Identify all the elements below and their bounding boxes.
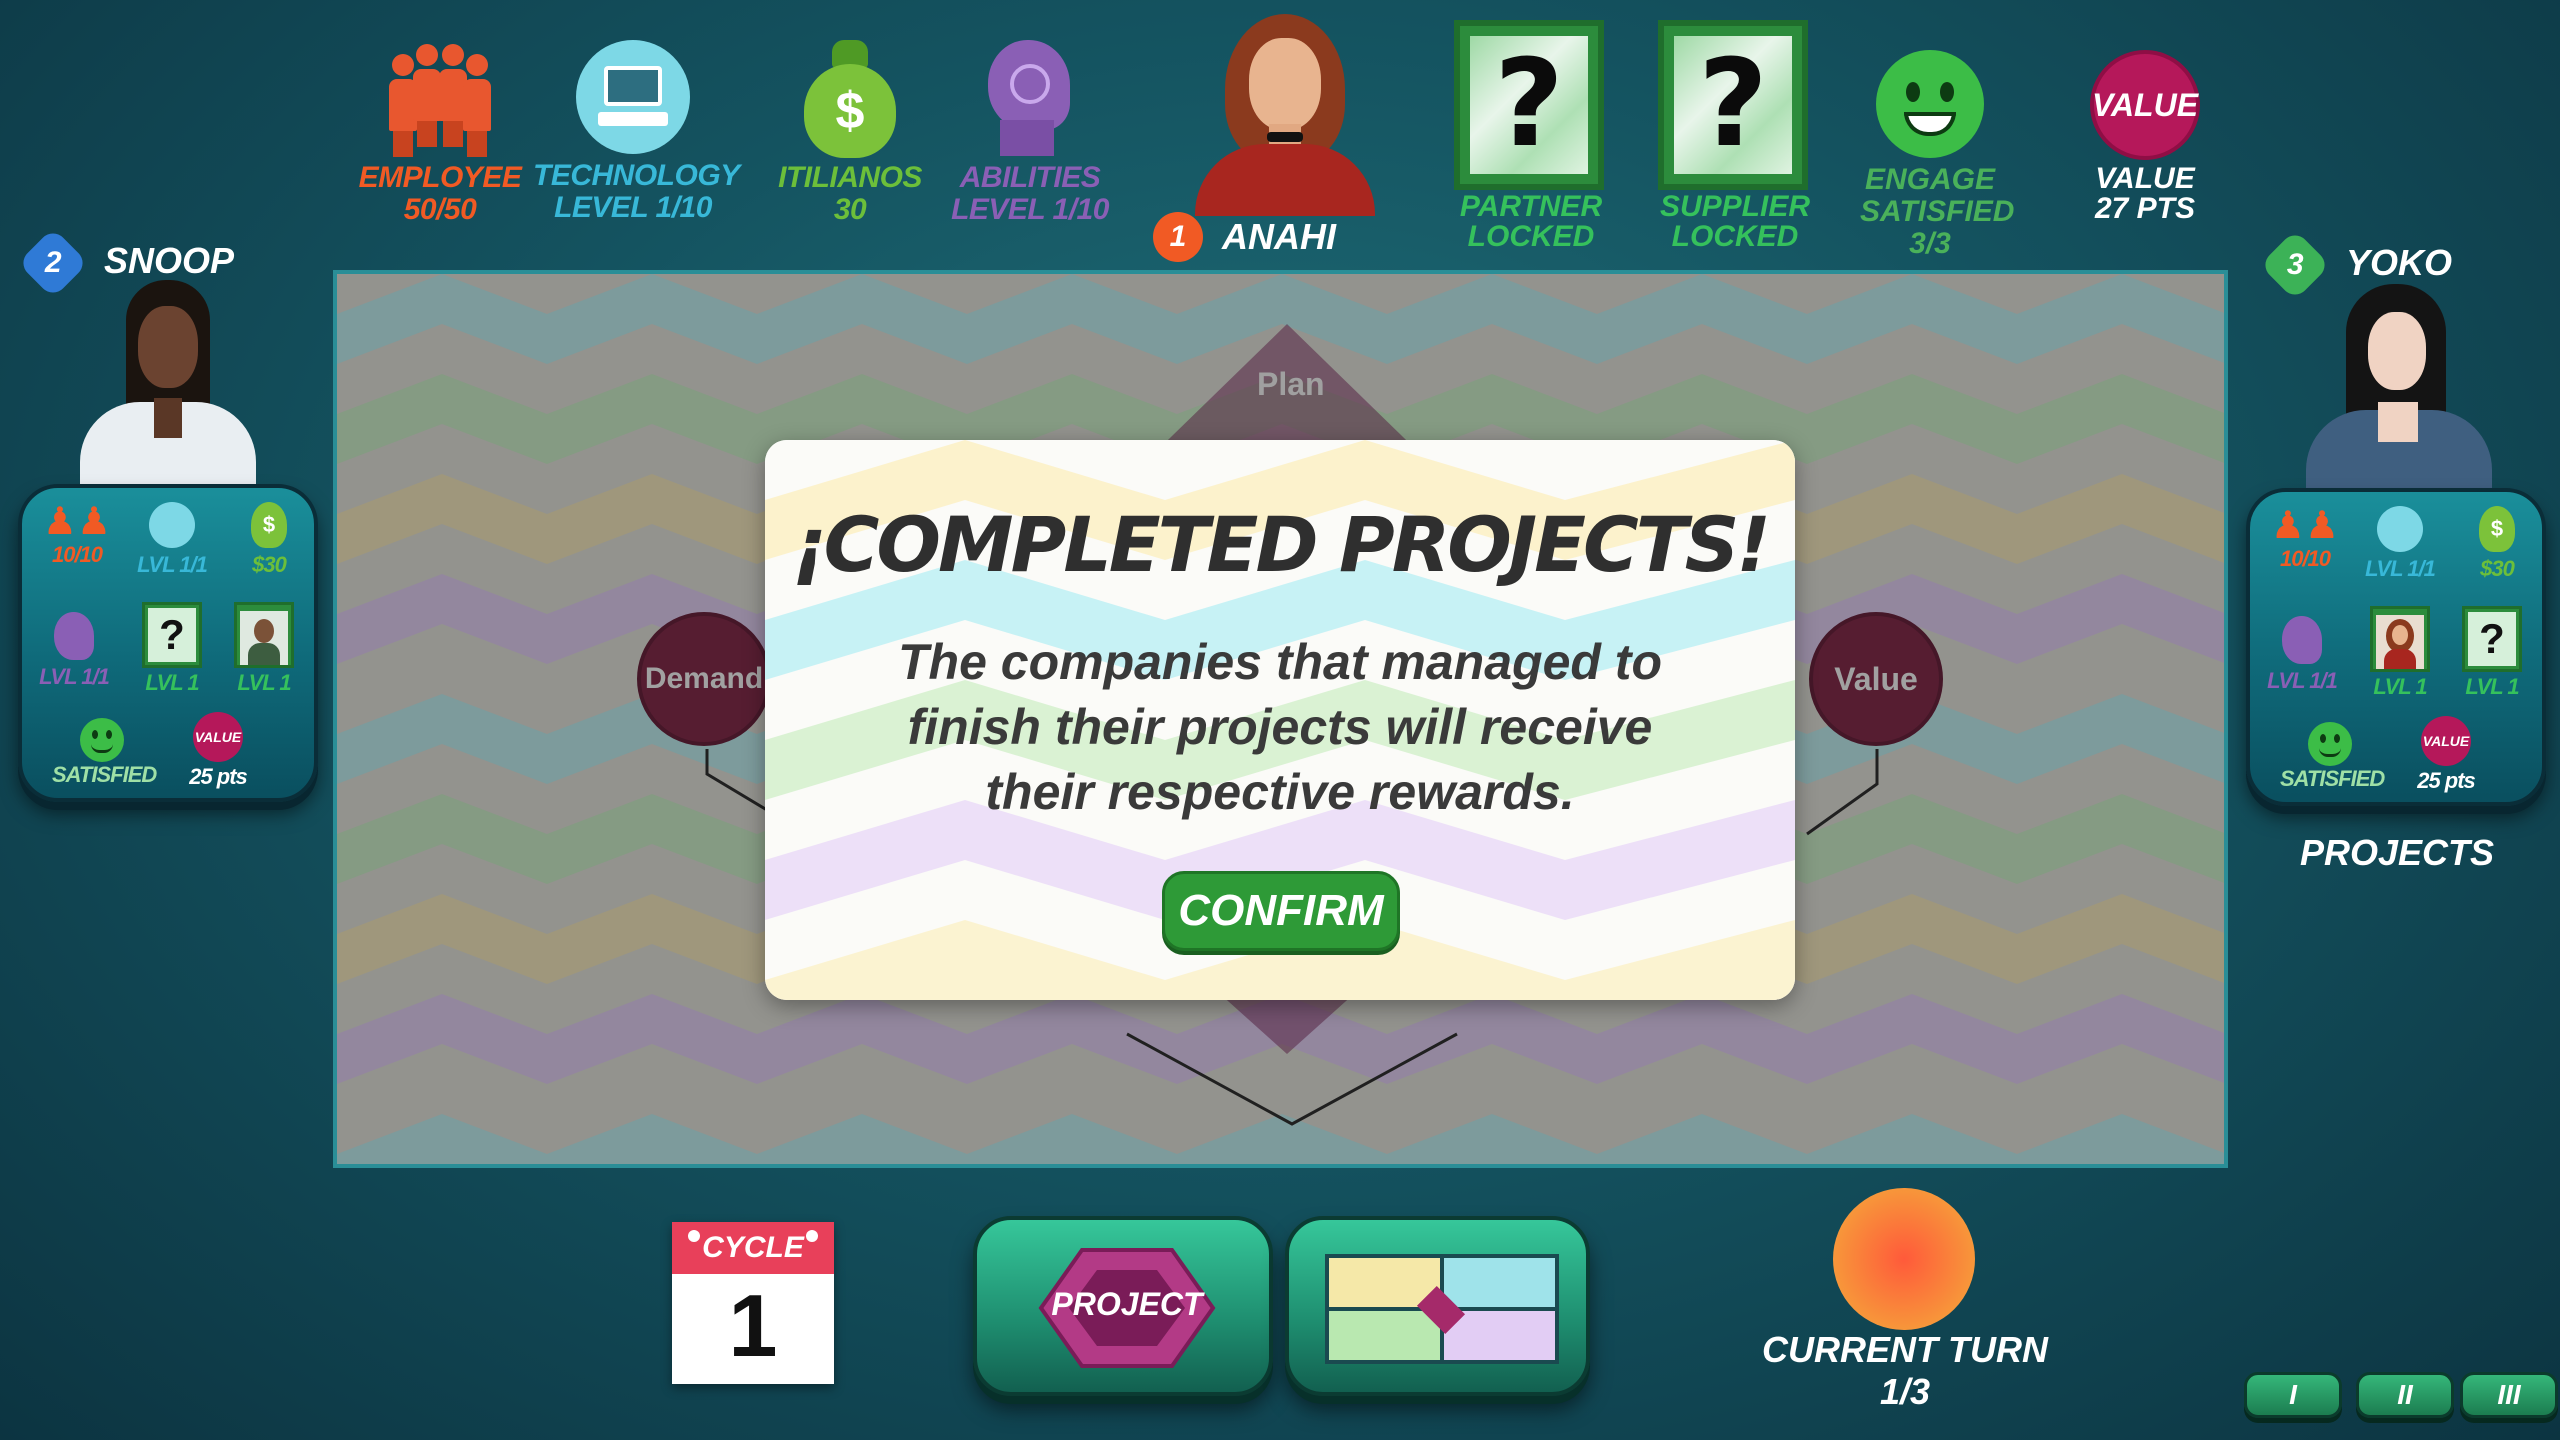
left-points: 25 pts — [189, 764, 248, 789]
employee-stat[interactable]: EMPLOYEE 50/50 — [340, 40, 540, 226]
turn-sun-icon — [1833, 1188, 1975, 1330]
employees-icon: ♟♟ — [42, 501, 112, 543]
right-points: 25 pts — [2417, 768, 2476, 793]
left-abilities-value: LVL 1/1 — [39, 664, 110, 689]
money-bag-icon: $ — [2479, 506, 2515, 552]
value-badge-icon: VALUE — [2421, 716, 2471, 766]
partner-stat[interactable]: ? PARTNER LOCKED — [1454, 20, 1608, 260]
smiley-icon — [2308, 722, 2352, 766]
supplier-question-card: ? — [1658, 20, 1808, 190]
engage-count: 3/3 — [1909, 227, 1951, 260]
supplier-value: LOCKED — [1671, 220, 1799, 253]
dialog-title: ¡COMPLETED PROJECTS! — [791, 500, 1771, 589]
project-button-label: PROJECT — [1051, 1286, 1203, 1322]
current-player-avatar — [1185, 14, 1385, 216]
current-turn-label: CURRENT TURN — [1762, 1329, 2048, 1370]
project-button[interactable]: PROJECT — [973, 1216, 1273, 1396]
itilianos-stat[interactable]: $ ITILIANOS 30 — [750, 40, 950, 226]
technology-stat[interactable]: TECHNOLOGY LEVEL 1/10 — [533, 40, 740, 224]
abilities-label: ABILITIES — [959, 161, 1101, 194]
cycle-calendar: CYCLE 1 — [672, 1222, 834, 1384]
dialog-message-line-2: finish their projects will receive — [907, 699, 1653, 755]
left-supplier-value: LVL 1 — [237, 670, 291, 695]
dialog-message: The companies that managed to finish the… — [845, 630, 1715, 825]
itilianos-label: ITILIANOS — [778, 161, 922, 194]
money-bag-icon: $ — [251, 502, 287, 548]
technology-value: LEVEL 1/10 — [554, 191, 712, 224]
right-money-value: $30 — [2480, 556, 2515, 581]
completed-projects-dialog: ¡COMPLETED PROJECTS! The companies that … — [765, 440, 1795, 1000]
brain-head-icon — [54, 612, 94, 660]
right-employee-value: 10/10 — [2279, 546, 2331, 571]
smiley-icon — [80, 718, 124, 762]
dialog-message-line-3: their respective rewards. — [985, 764, 1575, 820]
left-employee-value: 10/10 — [51, 542, 103, 567]
left-technology-value: LVL 1/1 — [137, 552, 208, 577]
supplier-stat[interactable]: ? SUPPLIER LOCKED — [1658, 20, 1812, 260]
current-player-name: ANAHI — [1222, 216, 1336, 257]
cycle-number: 1 — [728, 1276, 778, 1375]
brain-head-icon — [980, 40, 1080, 160]
engage-value: SATISFIED — [1860, 195, 2015, 228]
dialog-message-line-1: The companies that managed to — [897, 634, 1662, 690]
engage-stat[interactable]: ENGAGE SATISFIED 3/3 — [1860, 50, 2015, 270]
confirm-button[interactable]: CONFIRM — [1162, 871, 1400, 951]
right-satisfied: SATISFIED — [2280, 766, 2385, 791]
partner-question-card: ? — [1454, 20, 1604, 190]
right-player-card[interactable]: ♟♟ 10/10 LVL 1/1 $ $30 LVL 1/1 LVL 1 ? L… — [2246, 488, 2546, 806]
value-points: 27 PTS — [2094, 192, 2196, 225]
turn-button-1[interactable]: I — [2244, 1372, 2342, 1418]
smiley-icon — [1876, 50, 1984, 158]
left-partner-value: LVL 1 — [145, 670, 199, 695]
current-player-number-badge: 1 — [1153, 212, 1203, 262]
left-player-number-badge: 2 — [17, 227, 89, 299]
current-turn-value: 1/3 — [1879, 1371, 1931, 1412]
right-technology-value: LVL 1/1 — [2365, 556, 2436, 581]
partner-portrait-card — [2370, 606, 2430, 672]
abilities-stat[interactable]: ABILITIES LEVEL 1/10 — [930, 40, 1130, 226]
value-stat[interactable]: VALUE VALUE 27 PTS — [2080, 50, 2210, 250]
turn-button-3[interactable]: III — [2460, 1372, 2558, 1418]
supplier-label: SUPPLIER — [1659, 190, 1811, 223]
supplier-question-card: ? — [2462, 606, 2522, 672]
computer-icon — [2377, 506, 2423, 552]
abilities-value: LEVEL 1/10 — [951, 193, 1109, 226]
money-bag-icon: $ — [800, 40, 900, 160]
left-player-name: SNOOP — [104, 240, 235, 281]
left-money-value: $30 — [252, 552, 287, 577]
left-player-avatar — [80, 278, 256, 484]
right-supplier-value: LVL 1 — [2465, 674, 2519, 699]
value-badge-icon: VALUE — [193, 712, 243, 762]
technology-label: TECHNOLOGY — [533, 159, 740, 192]
employees-icon: ♟♟ — [2270, 505, 2340, 547]
computer-icon — [149, 502, 195, 548]
right-player-name: YOKO — [2346, 242, 2453, 283]
right-partner-value: LVL 1 — [2373, 674, 2427, 699]
partner-question-card: ? — [142, 602, 202, 668]
partner-value: LOCKED — [1467, 220, 1595, 253]
right-abilities-value: LVL 1/1 — [2267, 668, 2338, 693]
brain-head-icon — [2282, 616, 2322, 664]
value-label: VALUE — [2095, 162, 2195, 195]
right-player-avatar — [2306, 282, 2492, 488]
left-player-card[interactable]: ♟♟ 10/10 LVL 1/1 $ $30 LVL 1/1 ? LVL 1 L… — [18, 484, 318, 802]
board-overview-button[interactable] — [1285, 1216, 1590, 1396]
itilianos-value: 30 — [833, 193, 867, 226]
value-badge-icon: VALUE — [2090, 50, 2200, 160]
computer-icon — [576, 40, 690, 154]
engage-label: ENGAGE — [1864, 163, 1996, 196]
turn-button-2[interactable]: II — [2356, 1372, 2454, 1418]
partner-label: PARTNER — [1459, 190, 1603, 223]
supplier-portrait-card — [234, 602, 294, 668]
employee-label: EMPLOYEE — [358, 161, 522, 194]
projects-label[interactable]: PROJECTS — [2300, 832, 2494, 874]
employee-value: 50/50 — [403, 193, 477, 226]
left-satisfied: SATISFIED — [52, 762, 157, 787]
employees-icon — [385, 40, 495, 160]
